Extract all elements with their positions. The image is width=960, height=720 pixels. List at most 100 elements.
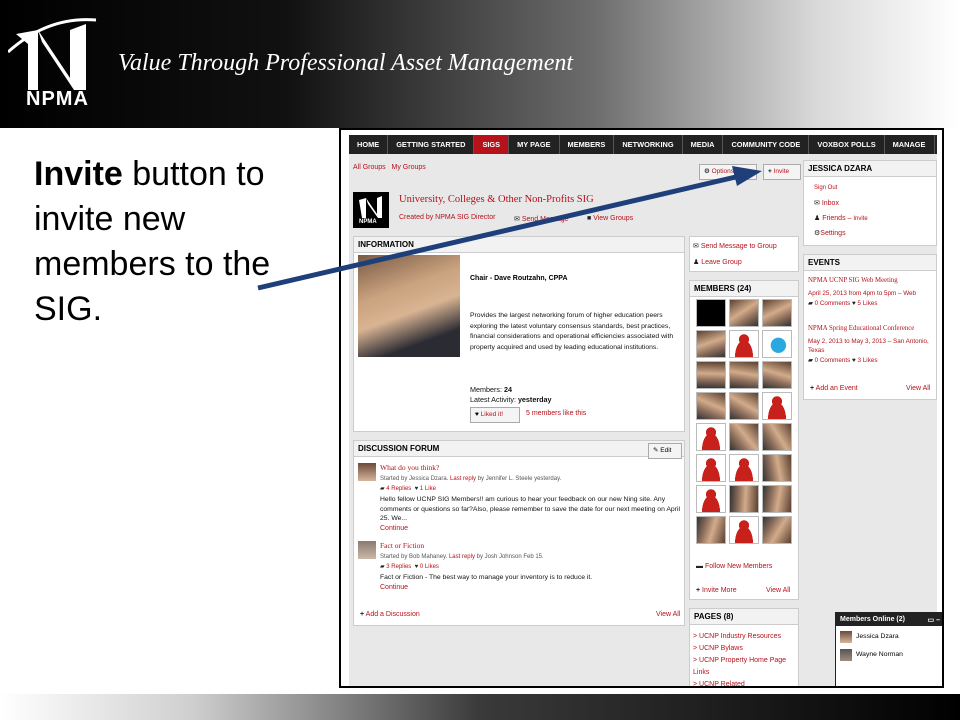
- members-online-title: Members Online (2): [840, 616, 905, 623]
- add-discussion-link[interactable]: + Add a Discussion: [360, 611, 420, 618]
- member-avatar[interactable]: [696, 299, 726, 327]
- replies-count[interactable]: 3 Replies: [386, 564, 411, 570]
- member-avatar[interactable]: [729, 423, 759, 451]
- event-likes[interactable]: 5 Likes: [858, 300, 878, 307]
- continue-link[interactable]: Continue: [380, 525, 408, 532]
- created-by[interactable]: Created by NPMA SIG Director: [399, 214, 495, 221]
- post-title[interactable]: Fact or Fiction: [380, 541, 424, 550]
- envelope-icon: ✉: [814, 200, 820, 207]
- edit-button[interactable]: ✎ Edit: [648, 443, 682, 459]
- member-avatar[interactable]: [729, 454, 759, 482]
- nav-voxbox-polls[interactable]: VOXBOX POLLS: [809, 135, 885, 154]
- member-avatar[interactable]: [729, 299, 759, 327]
- member-avatar[interactable]: [696, 361, 726, 389]
- member-avatar[interactable]: [762, 299, 792, 327]
- send-message-group-link[interactable]: ✉ Send Message to Group: [693, 242, 777, 250]
- member-avatar[interactable]: [762, 423, 792, 451]
- online-user[interactable]: Jessica Dzara: [856, 633, 899, 640]
- liked-button[interactable]: ♥ Liked it!: [470, 407, 520, 423]
- avatar: [840, 649, 852, 661]
- my-groups-link[interactable]: My Groups: [392, 164, 426, 171]
- page-link[interactable]: > UCNP Related: [693, 679, 797, 686]
- post-title[interactable]: What do you think?: [380, 463, 439, 472]
- nav-community-code[interactable]: COMMUNITY CODE: [723, 135, 810, 154]
- options-button[interactable]: ⚙ Options ▾: [699, 164, 757, 180]
- member-avatar[interactable]: [696, 423, 726, 451]
- nav-sigs[interactable]: SIGS: [474, 135, 510, 154]
- nav-media[interactable]: MEDIA: [683, 135, 724, 154]
- event-comments[interactable]: 0 Comments: [815, 357, 851, 364]
- member-avatar[interactable]: [696, 330, 726, 358]
- nav-members[interactable]: MEMBERS: [560, 135, 615, 154]
- send-message-link[interactable]: ✉ Send Message: [514, 215, 569, 223]
- forum-view-all-link[interactable]: View All: [656, 611, 680, 618]
- nav-manage[interactable]: MANAGE: [885, 135, 935, 154]
- friends-invite-link[interactable]: Invite: [853, 216, 867, 222]
- page-link[interactable]: > UCNP Bylaws: [693, 643, 797, 655]
- member-avatar[interactable]: [762, 392, 792, 420]
- add-discussion-label: Add a Discussion: [365, 611, 420, 618]
- members-online-heading: Members Online (2) ▭ –: [836, 613, 942, 626]
- add-event-link[interactable]: + Add an Event: [810, 385, 858, 392]
- nav-my-page[interactable]: MY PAGE: [509, 135, 560, 154]
- nav-home[interactable]: HOME: [349, 135, 389, 154]
- page-body: All Groups My Groups ⚙ Options ▾ + Invit…: [349, 154, 942, 686]
- member-avatar[interactable]: [762, 330, 792, 358]
- send-message-label: Send Message: [521, 216, 569, 223]
- plus-icon: +: [360, 611, 365, 618]
- nav-networking[interactable]: NETWORKING: [614, 135, 683, 154]
- members-view-all-link[interactable]: View All: [766, 587, 790, 594]
- member-avatar[interactable]: [696, 485, 726, 513]
- group-title[interactable]: University, Colleges & Other Non-Profits…: [399, 194, 594, 205]
- online-user[interactable]: Wayne Norman: [856, 651, 903, 658]
- post-stats: ▰ 4 Replies ♥ 1 Like: [380, 485, 436, 492]
- member-avatar[interactable]: [729, 361, 759, 389]
- member-avatar[interactable]: [762, 485, 792, 513]
- continue-link[interactable]: Continue: [380, 584, 408, 591]
- event-when: April 25, 2013 from 4pm to 5pm – Web: [808, 290, 917, 297]
- plus-icon: +: [696, 587, 701, 594]
- event-likes[interactable]: 3 Likes: [858, 357, 878, 364]
- page-link[interactable]: > UCNP Property Home Page Links: [693, 655, 797, 679]
- member-avatar[interactable]: [762, 361, 792, 389]
- member-avatar[interactable]: [729, 516, 759, 544]
- inbox-link[interactable]: ✉ Inbox: [814, 199, 839, 207]
- follow-members-link[interactable]: ▬ Follow New Members: [696, 563, 772, 570]
- events-view-all-link[interactable]: View All: [906, 385, 930, 392]
- view-groups-link[interactable]: ■ View Groups: [587, 215, 633, 222]
- likes-count[interactable]: 0 Likes: [420, 564, 439, 570]
- nav-getting-started[interactable]: GETTING STARTED: [388, 135, 475, 154]
- member-avatar[interactable]: [729, 485, 759, 513]
- member-avatar[interactable]: [762, 454, 792, 482]
- replies-count[interactable]: 4 Replies: [386, 486, 411, 492]
- event-title[interactable]: NPMA UCNP SIG Web Meeting: [808, 277, 898, 284]
- member-avatar[interactable]: [762, 516, 792, 544]
- member-avatar[interactable]: [696, 516, 726, 544]
- invite-button[interactable]: + Invite: [763, 164, 801, 180]
- sign-out-link[interactable]: Sign Out: [814, 185, 837, 191]
- invite-more-link[interactable]: + Invite More: [696, 587, 737, 594]
- member-avatar[interactable]: [729, 330, 759, 358]
- leave-group-link[interactable]: ♟ Leave Group: [693, 258, 742, 266]
- plus-icon: +: [768, 168, 772, 175]
- group-logo: NPMA: [353, 192, 389, 228]
- member-avatar[interactable]: [696, 454, 726, 482]
- last-reply-link[interactable]: Last reply: [450, 476, 476, 482]
- members-value: 24: [503, 385, 512, 394]
- event-when: May 2, 2013 to May 3, 2013 – San Antonio…: [808, 338, 929, 354]
- likes-link[interactable]: 5 members like this: [526, 410, 586, 417]
- member-avatar[interactable]: [696, 392, 726, 420]
- member-avatar[interactable]: [729, 392, 759, 420]
- friends-link[interactable]: ♟ Friends – Invite: [814, 214, 868, 222]
- minimize-icon[interactable]: ▭ –: [928, 616, 940, 624]
- user-name[interactable]: JESSICA DZARA: [804, 161, 936, 177]
- post-meta: Started by Bob Mahaney. Last reply by Jo…: [380, 554, 544, 560]
- likes-count[interactable]: 1 Like: [420, 486, 436, 492]
- page-link[interactable]: > UCNP Industry Resources: [693, 631, 797, 643]
- last-reply-link[interactable]: Last reply: [449, 554, 475, 560]
- all-groups-link[interactable]: All Groups: [353, 164, 386, 171]
- event-title[interactable]: NPMA Spring Educational Conference: [808, 325, 914, 332]
- event-comments[interactable]: 0 Comments: [815, 300, 851, 307]
- settings-link[interactable]: ⚙Settings: [814, 229, 846, 237]
- envelope-icon: ✉: [514, 216, 520, 223]
